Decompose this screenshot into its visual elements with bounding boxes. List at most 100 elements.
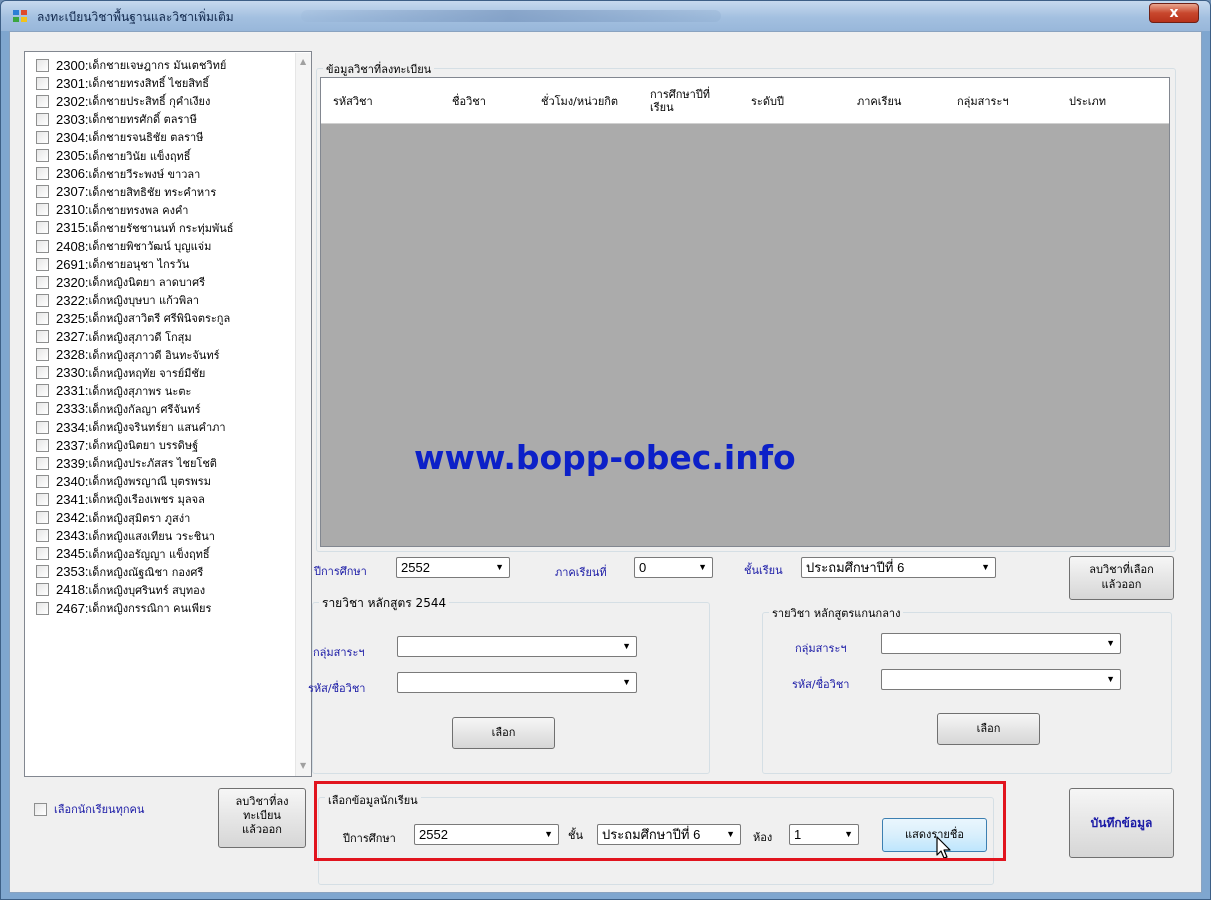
select-subject-2544-button[interactable]: เลือก <box>452 717 555 749</box>
student-list-item[interactable]: 2307 : เด็กชายสิทธิชัย ทระคำหาร <box>36 183 216 201</box>
student-checkbox[interactable] <box>36 384 49 398</box>
student-list-item[interactable]: 2408 : เด็กชายพิชาวัฒน์ บุญแจ่ม <box>36 237 211 255</box>
student-checkbox[interactable] <box>36 547 49 561</box>
student-checkbox[interactable] <box>36 565 49 579</box>
select-all-checkbox[interactable] <box>34 802 47 816</box>
student-checklist[interactable]: 2300 : เด็กชายเจษฎากร มันเตชวิทย์ 2301 : … <box>24 51 312 777</box>
student-list-item[interactable]: 2341 : เด็กหญิงเรืองเพชร มุลจล <box>36 490 205 508</box>
student-list-item[interactable]: 2305 : เด็กชายวินัย แข็งฤทธิ์ <box>36 147 190 165</box>
student-list-item[interactable]: 2334 : เด็กหญิงจรินทร์ยา แสนคำภา <box>36 418 226 436</box>
student-list-item[interactable]: 2467 : เด็กหญิงกรรณิกา คนเพียร <box>36 599 211 617</box>
list-scrollbar[interactable]: ▲ ▼ <box>295 53 311 776</box>
student-checkbox[interactable] <box>36 76 49 90</box>
column-header[interactable]: ภาคเรียน <box>857 78 901 124</box>
student-list-item[interactable]: 2353 : เด็กหญิงณัฐณิชา กองศรี <box>36 563 203 581</box>
student-name: เด็กหญิงสุภาวดี อินทะจันทร์ <box>88 348 220 362</box>
student-checkbox[interactable] <box>36 474 49 488</box>
student-id: 2305 <box>56 148 85 163</box>
student-list-item[interactable]: 2418 : เด็กหญิงบุศรินทร์ สบุทอง <box>36 581 205 599</box>
student-checkbox[interactable] <box>36 130 49 144</box>
student-checkbox[interactable] <box>36 149 49 162</box>
student-checkbox[interactable] <box>36 330 49 343</box>
column-header[interactable]: กลุ่มสาระฯ <box>957 78 1009 124</box>
column-header[interactable]: ระดับปี <box>751 78 784 124</box>
student-name: เด็กหญิงบุษบา แก้วพิลา <box>88 294 200 308</box>
student-list-item[interactable]: 2333 : เด็กหญิงกัลญา ศรีจันทร์ <box>36 400 201 418</box>
student-checkbox[interactable] <box>36 94 49 108</box>
student-list-item[interactable]: 2340 : เด็กหญิงพรญาณี บุตรพรม <box>36 472 211 490</box>
student-list-item[interactable]: 2301 : เด็กชายทรงสิทธิ์ ไชยสิทธิ์ <box>36 74 209 92</box>
subject-code-select-core[interactable]: ▼ <box>881 669 1121 690</box>
student-checkbox[interactable] <box>36 492 49 506</box>
student-checkbox[interactable] <box>36 221 49 235</box>
student-list-item[interactable]: 2320 : เด็กหญิงนิตยา ลาดบาศรี <box>36 273 205 291</box>
student-id: 2342 <box>56 510 85 525</box>
student-checkbox[interactable] <box>36 112 49 126</box>
student-checkbox[interactable] <box>36 185 49 199</box>
student-list-item[interactable]: 2303 : เด็กชายทรศักดิ์ ตลราษี <box>36 110 197 128</box>
student-checkbox[interactable] <box>36 529 49 543</box>
delete-registered-and-close-button[interactable]: ลบวิชาที่ลง ทะเบียน แล้วออก <box>218 788 306 848</box>
delete-selected-and-close-button[interactable]: ลบวิชาที่เลือก แล้วออก <box>1069 556 1174 600</box>
student-list-item[interactable]: 2315 : เด็กชายรัชชานนท์ กระทุ่มพันธ์ <box>36 219 233 237</box>
scroll-up-icon[interactable]: ▲ <box>300 57 306 66</box>
level-select[interactable]: ประถมศึกษาปีที่ 6 ▼ <box>801 557 996 578</box>
student-list-item[interactable]: 2302 : เด็กชายประสิทธิ์ กุคำเงียง <box>36 92 210 110</box>
scroll-down-icon[interactable]: ▼ <box>300 761 306 770</box>
student-checkbox[interactable] <box>36 348 49 362</box>
column-header-study-year[interactable]: การศึกษาปีที่ เรียน <box>650 78 710 124</box>
student-checkbox[interactable] <box>36 293 49 307</box>
save-data-button[interactable]: บันทึกข้อมูล <box>1069 788 1174 858</box>
select-all-students[interactable]: เลือกนักเรียนทุกคน <box>34 800 144 818</box>
student-list-item[interactable]: 2328 : เด็กหญิงสุภาวดี อินทะจันทร์ <box>36 346 219 364</box>
student-checkbox[interactable] <box>36 58 49 72</box>
student-list-item[interactable]: 2300 : เด็กชายเจษฎากร มันเตชวิทย์ <box>36 56 226 74</box>
select-subject-core-button[interactable]: เลือก <box>937 713 1040 745</box>
student-checkbox[interactable] <box>36 203 49 217</box>
student-checkbox[interactable] <box>36 601 49 615</box>
student-list-item[interactable]: 2691 : เด็กชายอนุชา ไกรวัน <box>36 255 189 273</box>
student-checkbox[interactable] <box>36 438 49 452</box>
subject-code-select-2544[interactable]: ▼ <box>397 672 637 693</box>
student-list-item[interactable]: 2325 : เด็กหญิงสาวิตรี ศรีพินิจตระกูล <box>36 309 230 327</box>
column-header[interactable]: ประเภท <box>1069 78 1106 124</box>
student-checkbox[interactable] <box>36 239 49 253</box>
student-checkbox[interactable] <box>36 167 49 181</box>
column-header[interactable]: ชื่อวิชา <box>452 78 486 124</box>
student-checkbox[interactable] <box>36 402 49 416</box>
student-name: เด็กชายทรงพล คงคำ <box>88 203 189 217</box>
student-list-item[interactable]: 2330 : เด็กหญิงหฤทัย จารย์มีชัย <box>36 364 205 382</box>
student-list-item[interactable]: 2345 : เด็กหญิงอรัญญา แข็งฤทธิ์ <box>36 545 210 563</box>
student-checkbox[interactable] <box>36 311 49 325</box>
student-list-item[interactable]: 2304 : เด็กชายรจนธิชัย ตลราษี <box>36 128 203 146</box>
student-list-item[interactable]: 2339 : เด็กหญิงประภัสสร ไชยโชติ <box>36 454 217 472</box>
term-select[interactable]: 0 ▼ <box>634 557 713 578</box>
student-checkbox[interactable] <box>36 275 49 289</box>
student-list-item[interactable]: 2322 : เด็กหญิงบุษบา แก้วพิลา <box>36 291 199 309</box>
column-header[interactable]: ชั่วโมง/หน่วยกิต <box>541 78 618 124</box>
title-bar[interactable]: ลงทะเบียนวิชาพื้นฐานและวิชาเพิ่มเติม x <box>1 1 1210 31</box>
year-select[interactable]: 2552 ▼ <box>396 557 510 578</box>
student-list-item[interactable]: 2306 : เด็กชายวีระพงษ์ ขาวลา <box>36 165 200 183</box>
student-checkbox[interactable] <box>36 456 49 470</box>
close-button[interactable]: x <box>1149 3 1199 23</box>
student-list-item[interactable]: 2331 : เด็กหญิงสุภาพร นะตะ <box>36 382 191 400</box>
student-name: เด็กหญิงสุภาวดี โกสุม <box>88 330 192 344</box>
student-list-item[interactable]: 2310 : เด็กชายทรงพล คงคำ <box>36 201 188 219</box>
subject-group-select-core[interactable]: ▼ <box>881 633 1121 654</box>
subject-group-select-2544[interactable]: ▼ <box>397 636 637 657</box>
chevron-down-icon: ▼ <box>1106 638 1115 648</box>
student-name: เด็กหญิงประภัสสร ไชยโชติ <box>88 457 217 471</box>
student-list-item[interactable]: 2342 : เด็กหญิงสุมิตรา ภูสง่า <box>36 509 190 527</box>
student-list-item[interactable]: 2327 : เด็กหญิงสุภาวดี โกสุม <box>36 328 192 346</box>
student-checkbox[interactable] <box>36 366 49 380</box>
student-checkbox[interactable] <box>36 420 49 434</box>
student-name: เด็กหญิงสาวิตรี ศรีพินิจตระกูล <box>88 312 231 326</box>
student-list-item[interactable]: 2337 : เด็กหญิงนิตยา บรรดิษฐ์ <box>36 436 198 454</box>
student-checkbox[interactable] <box>36 257 49 271</box>
student-checkbox[interactable] <box>36 583 49 597</box>
student-checkbox[interactable] <box>36 511 49 524</box>
student-list-item[interactable]: 2343 : เด็กหญิงแสงเทียน วระชินา <box>36 527 215 545</box>
column-header[interactable]: รหัสวิชา <box>333 78 373 124</box>
level-select-value: ประถมศึกษาปีที่ 6 <box>806 560 905 575</box>
